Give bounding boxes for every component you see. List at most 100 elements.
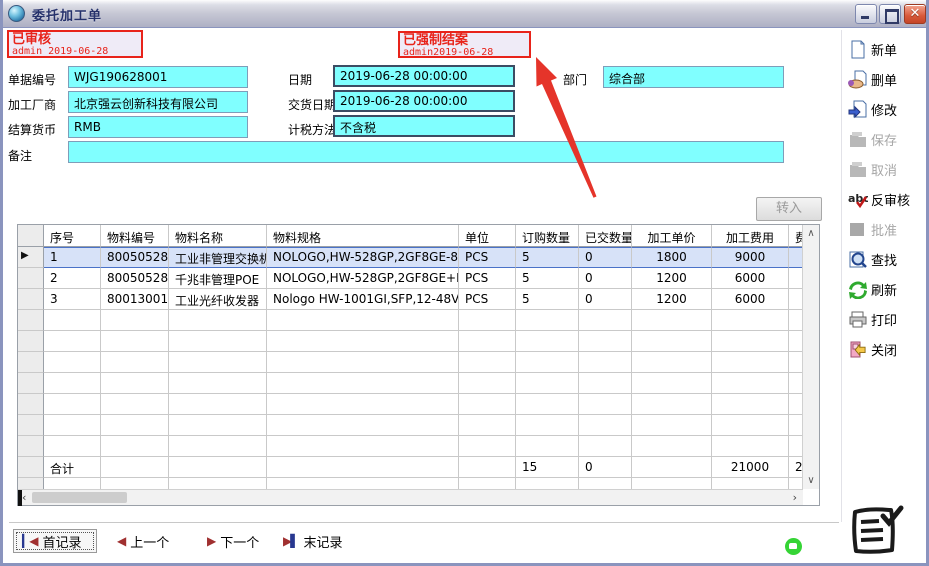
- table-cell[interactable]: [516, 331, 579, 352]
- minimize-button[interactable]: [855, 4, 877, 24]
- table-cell[interactable]: 5: [516, 289, 579, 310]
- table-cell[interactable]: [267, 310, 459, 331]
- row-marker[interactable]: [18, 268, 44, 289]
- table-cell[interactable]: [44, 310, 101, 331]
- table-empty-row[interactable]: [18, 352, 803, 373]
- table-cell[interactable]: [101, 415, 169, 436]
- table-cell[interactable]: [789, 331, 803, 352]
- table-cell[interactable]: 6000: [712, 289, 789, 310]
- table-cell[interactable]: [267, 352, 459, 373]
- table-cell[interactable]: [169, 394, 267, 415]
- table-cell[interactable]: [169, 415, 267, 436]
- table-cell[interactable]: [44, 415, 101, 436]
- table-cell[interactable]: [789, 268, 803, 289]
- row-marker[interactable]: [18, 289, 44, 310]
- horizontal-scrollbar[interactable]: ‹ ›: [18, 489, 803, 505]
- unaudit-button[interactable]: abc 反审核: [848, 188, 926, 210]
- vertical-scrollbar[interactable]: ∧ ∨: [802, 225, 819, 489]
- delete-doc-button[interactable]: 删单: [848, 68, 926, 90]
- row-marker[interactable]: [18, 373, 44, 394]
- table-empty-row[interactable]: [18, 310, 803, 331]
- table-cell[interactable]: [789, 373, 803, 394]
- table-cell[interactable]: [789, 394, 803, 415]
- table-cell[interactable]: 8005052810: [101, 268, 169, 289]
- table-cell[interactable]: [579, 352, 632, 373]
- table-cell[interactable]: [101, 310, 169, 331]
- close-button[interactable]: [904, 4, 926, 24]
- table-cell[interactable]: [101, 436, 169, 457]
- table-cell[interactable]: [632, 373, 712, 394]
- table-cell[interactable]: [459, 310, 516, 331]
- table-cell[interactable]: [579, 331, 632, 352]
- table-cell[interactable]: [789, 289, 803, 310]
- table-cell[interactable]: 0: [579, 268, 632, 289]
- remark-field[interactable]: [68, 141, 784, 163]
- table-cell[interactable]: [44, 352, 101, 373]
- table-row[interactable]: ▶18005052801工业非管理交换机NOLOGO,HW-528GP,2GF8…: [18, 247, 803, 268]
- row-marker[interactable]: [18, 352, 44, 373]
- table-cell[interactable]: 5: [516, 247, 579, 268]
- table-row[interactable]: 28005052810千兆非管理POENOLOGO,HW-528GP,2GF8G…: [18, 268, 803, 289]
- title-bar[interactable]: 委托加工单: [0, 0, 929, 28]
- table-cell[interactable]: [101, 331, 169, 352]
- table-cell[interactable]: [712, 436, 789, 457]
- refresh-button[interactable]: 刷新: [848, 278, 926, 300]
- table-cell[interactable]: [459, 436, 516, 457]
- table-cell[interactable]: [579, 415, 632, 436]
- table-cell[interactable]: [516, 373, 579, 394]
- table-cell[interactable]: 1800: [632, 247, 712, 268]
- table-cell[interactable]: [44, 436, 101, 457]
- table-cell[interactable]: 9000: [712, 247, 789, 268]
- table-cell[interactable]: [579, 310, 632, 331]
- table-cell[interactable]: [712, 310, 789, 331]
- table-cell[interactable]: [712, 331, 789, 352]
- row-marker[interactable]: [18, 436, 44, 457]
- close-form-button[interactable]: 关闭: [848, 338, 926, 360]
- table-cell[interactable]: [579, 436, 632, 457]
- maximize-button[interactable]: [879, 4, 901, 24]
- table-cell[interactable]: 2: [44, 268, 101, 289]
- doc-no-field[interactable]: WJG190628001: [68, 66, 248, 88]
- table-cell[interactable]: [632, 394, 712, 415]
- table-cell[interactable]: [632, 436, 712, 457]
- table-empty-row[interactable]: [18, 415, 803, 436]
- table-cell[interactable]: [632, 352, 712, 373]
- table-cell[interactable]: [789, 352, 803, 373]
- table-cell[interactable]: [459, 394, 516, 415]
- table-cell[interactable]: [101, 373, 169, 394]
- table-cell[interactable]: [169, 310, 267, 331]
- print-button[interactable]: 打印: [848, 308, 926, 330]
- table-cell[interactable]: PCS: [459, 247, 516, 268]
- scroll-left-icon[interactable]: ‹: [22, 491, 26, 504]
- processor-field[interactable]: 北京强云创新科技有限公司: [68, 91, 248, 113]
- find-button[interactable]: 查找: [848, 248, 926, 270]
- row-marker[interactable]: [18, 331, 44, 352]
- table-cell[interactable]: [789, 310, 803, 331]
- save-button[interactable]: 保存: [848, 128, 926, 150]
- table-cell[interactable]: 8001300103: [101, 289, 169, 310]
- table-cell[interactable]: [712, 394, 789, 415]
- table-cell[interactable]: 千兆非管理POE: [169, 268, 267, 289]
- tax-method-field[interactable]: 不含税: [333, 115, 515, 137]
- table-cell[interactable]: [267, 415, 459, 436]
- table-cell[interactable]: [516, 436, 579, 457]
- row-marker[interactable]: [18, 415, 44, 436]
- edit-doc-button[interactable]: 修改: [848, 98, 926, 120]
- table-cell[interactable]: PCS: [459, 268, 516, 289]
- table-cell[interactable]: [459, 331, 516, 352]
- table-cell[interactable]: [579, 373, 632, 394]
- table-empty-row[interactable]: [18, 373, 803, 394]
- currency-field[interactable]: RMB: [68, 116, 248, 138]
- table-cell[interactable]: [712, 352, 789, 373]
- row-marker[interactable]: [18, 394, 44, 415]
- scroll-up-icon[interactable]: ∧: [803, 228, 819, 239]
- table-cell[interactable]: [459, 352, 516, 373]
- table-cell[interactable]: [516, 394, 579, 415]
- table-cell[interactable]: [44, 373, 101, 394]
- table-cell[interactable]: 3: [44, 289, 101, 310]
- table-cell[interactable]: 6000: [712, 268, 789, 289]
- table-cell[interactable]: 1200: [632, 289, 712, 310]
- table-cell[interactable]: [101, 352, 169, 373]
- table-empty-row[interactable]: [18, 436, 803, 457]
- table-cell[interactable]: [516, 415, 579, 436]
